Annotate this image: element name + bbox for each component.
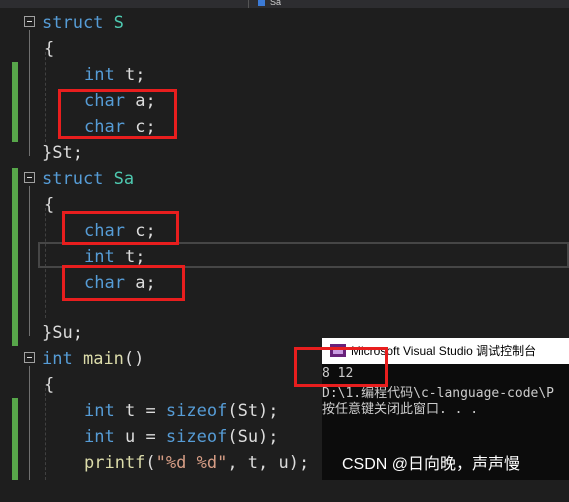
keyword: struct	[42, 13, 104, 33]
code-line[interactable]: int t;	[0, 62, 569, 88]
keyword: struct	[42, 169, 104, 189]
args: (Su);	[227, 427, 279, 447]
highlight-box	[58, 89, 177, 139]
highlight-box	[62, 211, 179, 245]
keyword: int	[84, 401, 115, 421]
sizeof-keyword: sizeof	[165, 401, 228, 421]
member-decl: t;	[124, 65, 146, 85]
function-name: printf	[84, 453, 146, 473]
args: , t, u);	[227, 453, 310, 473]
assign: u =	[124, 427, 166, 447]
brace: {	[44, 39, 55, 59]
code-line[interactable]: struct S	[0, 10, 569, 36]
highlight-box	[62, 265, 185, 301]
type-name: Sa	[113, 169, 135, 189]
keyword: int	[84, 65, 115, 85]
highlight-box	[294, 347, 388, 387]
file-icon	[258, 0, 265, 6]
console-close-message: 按任意键关闭此窗口. . .	[322, 402, 479, 417]
code-line[interactable]: {	[0, 36, 569, 62]
parens: ()	[123, 349, 145, 369]
member-decl: t;	[124, 247, 146, 267]
struct-end: }St;	[42, 143, 83, 163]
code-line[interactable]: struct Sa	[0, 166, 569, 192]
editor-tab-strip: Sa	[0, 0, 569, 8]
keyword: int	[84, 427, 115, 447]
keyword: int	[42, 349, 73, 369]
tab-separator	[248, 0, 249, 8]
tab-label[interactable]: Sa	[270, 0, 281, 7]
watermark: CSDN @日向晚，声声慢	[342, 456, 521, 473]
brace: {	[44, 195, 55, 215]
struct-end: }Su;	[42, 323, 83, 343]
keyword: int	[84, 247, 115, 267]
function-name: main	[82, 349, 124, 369]
brace: {	[44, 375, 55, 395]
args: (St);	[227, 401, 279, 421]
string-literal: "%d %d"	[155, 453, 228, 473]
sizeof-keyword: sizeof	[165, 427, 228, 447]
assign: t =	[124, 401, 166, 421]
paren: (	[145, 453, 156, 473]
type-name: S	[113, 13, 124, 33]
code-line[interactable]: }St;	[0, 140, 569, 166]
